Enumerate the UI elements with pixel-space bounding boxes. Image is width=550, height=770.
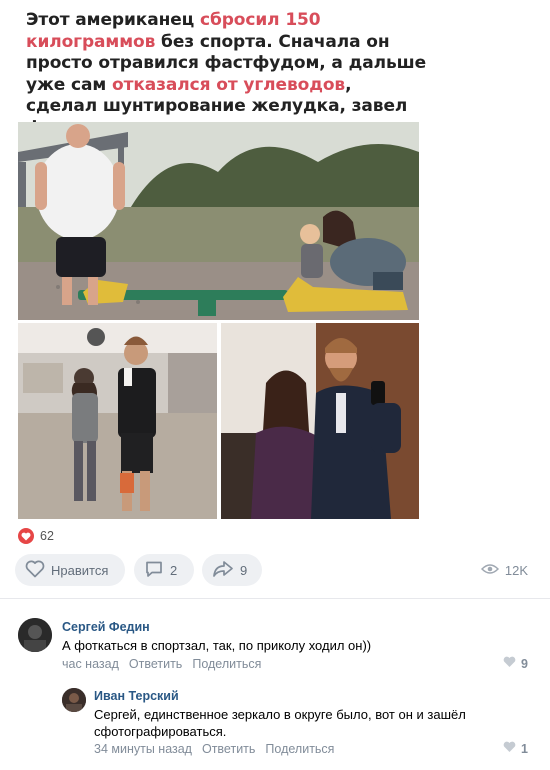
- comments-divider: [0, 598, 550, 599]
- post-photo-outdoor[interactable]: [18, 122, 419, 320]
- comment-text: А фоткаться в спортзал, так, по приколу …: [62, 638, 372, 653]
- post-text-highlight[interactable]: отказался от углеводов: [112, 75, 345, 95]
- like-button-label: Нравится: [51, 562, 109, 578]
- share-count: 9: [240, 562, 248, 578]
- like-count: 62: [40, 529, 54, 543]
- post-photo-gym[interactable]: [18, 323, 217, 519]
- reply-button[interactable]: Ответить: [202, 742, 255, 756]
- reply-button[interactable]: Ответить: [129, 657, 182, 671]
- comment-author[interactable]: Сергей Федин: [62, 620, 150, 634]
- post-photo-couple[interactable]: [221, 323, 419, 519]
- comment-button[interactable]: 2: [134, 554, 194, 586]
- share-icon: [212, 560, 234, 581]
- comment-meta: час назад Ответить Поделиться: [62, 657, 261, 671]
- reply-like-button[interactable]: 1: [503, 741, 528, 756]
- like-button[interactable]: Нравится: [15, 554, 125, 586]
- share-button[interactable]: 9: [202, 554, 262, 586]
- heart-icon: [503, 741, 516, 756]
- comment-time[interactable]: час назад: [62, 657, 119, 671]
- heart-icon: [18, 528, 34, 544]
- views-counter: 12K: [480, 563, 528, 578]
- reply-like-count: 1: [521, 741, 528, 756]
- heart-outline-icon: [25, 560, 45, 581]
- reply-text: Сергей, единственное зеркало в округе бы…: [94, 707, 466, 739]
- comment-count: 2: [170, 562, 178, 578]
- share-comment-button[interactable]: Поделиться: [192, 657, 261, 671]
- comment-avatar[interactable]: [18, 618, 52, 652]
- reply-avatar[interactable]: [62, 688, 86, 712]
- comment-like-count: 9: [521, 656, 528, 671]
- like-summary: 62: [18, 528, 54, 544]
- reply-time[interactable]: 34 минуты назад: [94, 742, 192, 756]
- reply-author[interactable]: Иван Терский: [94, 689, 179, 703]
- eye-icon: [480, 563, 499, 578]
- comment-icon: [144, 560, 164, 581]
- post-text: Этот американец сбросил 150 килограммов …: [26, 10, 426, 139]
- share-reply-button[interactable]: Поделиться: [265, 742, 334, 756]
- views-count: 12K: [504, 563, 528, 578]
- heart-icon: [503, 656, 516, 671]
- comment-like-button[interactable]: 9: [503, 656, 528, 671]
- post-text-fragment: Этот американец: [26, 10, 200, 30]
- reply-meta: 34 минуты назад Ответить Поделиться: [94, 742, 334, 756]
